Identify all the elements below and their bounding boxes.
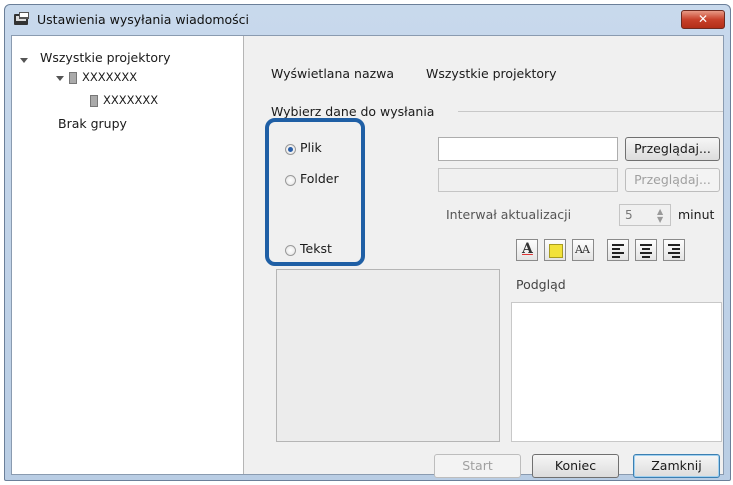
expand-triangle-icon[interactable] [56, 76, 64, 81]
projector-tree[interactable]: Wszystkie projektory XXXXXXX XXXXXXX Bra… [12, 36, 244, 474]
spin-down-icon[interactable]: ▼ [657, 215, 663, 224]
dialog-client-area: Wszystkie projektory XXXXXXX XXXXXXX Bra… [11, 35, 724, 478]
tree-item-subprojector[interactable]: XXXXXXX [103, 93, 158, 107]
interval-value: 5 [625, 208, 633, 222]
display-name-value: Wszystkie projektory [426, 66, 557, 81]
message-text-area[interactable] [276, 269, 500, 442]
browse-file-button[interactable]: Przeglądaj... [625, 137, 720, 161]
section-divider [458, 111, 723, 112]
close-button[interactable]: Zamknij [633, 454, 720, 478]
preview-pane [511, 302, 722, 442]
tree-item-projector[interactable]: XXXXXXX [82, 70, 137, 84]
font-color-icon[interactable]: A [516, 239, 538, 261]
align-left-icon[interactable] [607, 239, 629, 261]
align-center-icon[interactable] [635, 239, 657, 261]
projector-icon [90, 95, 98, 107]
font-size-icon[interactable]: AA [572, 239, 594, 261]
title-bar[interactable]: Ustawienia wysyłania wiadomości ✕ [5, 5, 730, 35]
start-button[interactable]: Start [434, 454, 521, 478]
folder-path-input[interactable] [438, 168, 618, 192]
app-icon [13, 11, 31, 27]
browse-folder-button[interactable]: Przeglądaj... [625, 168, 720, 192]
projector-icon [69, 72, 77, 84]
interval-unit: minut [678, 207, 715, 222]
section-title: Wybierz dane do wysłania [271, 104, 435, 119]
file-path-input[interactable] [438, 137, 618, 161]
interval-label: Interwał aktualizacji [446, 207, 572, 222]
preview-label: Podgląd [516, 277, 566, 292]
interval-spinner[interactable]: 5 ▲ ▼ [619, 204, 671, 226]
background-color-icon[interactable] [544, 239, 566, 261]
tree-item-all-projectors[interactable]: Wszystkie projektory [40, 50, 171, 65]
options-highlight-box [265, 118, 365, 266]
close-window-button[interactable]: ✕ [681, 10, 725, 29]
align-right-icon[interactable] [663, 239, 685, 261]
close-icon: ✕ [697, 12, 709, 26]
expand-triangle-icon[interactable] [20, 58, 28, 63]
end-button[interactable]: Koniec [532, 454, 619, 478]
dialog-window: Ustawienia wysyłania wiadomości ✕ Wszyst… [4, 4, 731, 481]
window-title: Ustawienia wysyłania wiadomości [37, 12, 250, 27]
tree-item-no-group[interactable]: Brak grupy [58, 116, 127, 131]
display-name-label: Wyświetlana nazwa [271, 66, 395, 81]
